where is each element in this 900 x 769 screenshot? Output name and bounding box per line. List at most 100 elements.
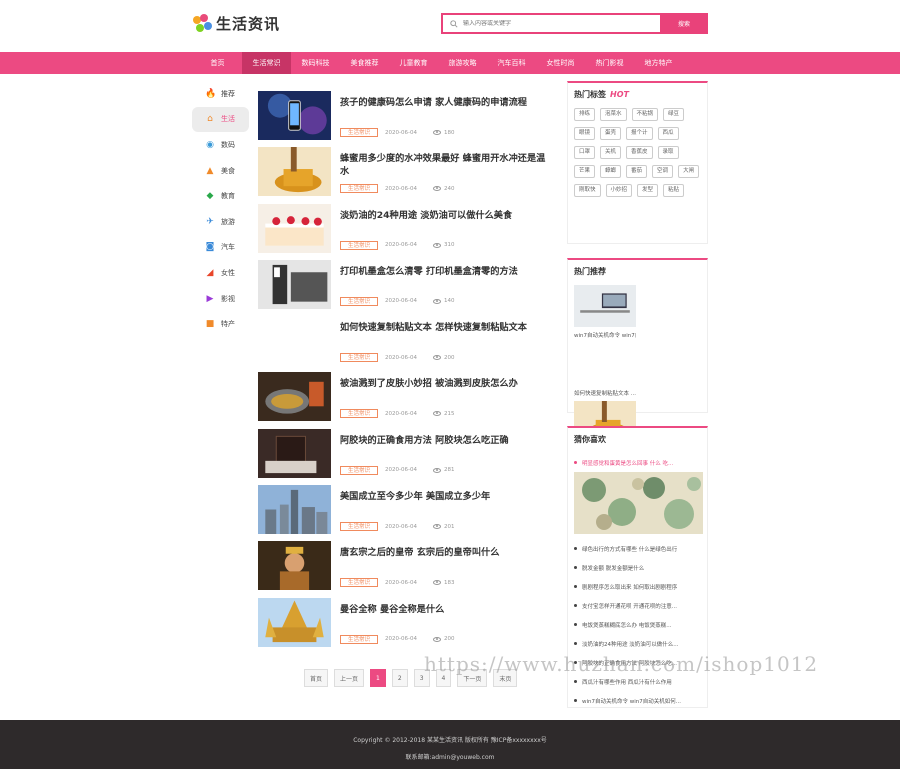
list-item[interactable]: 脱发金额 脱发金额是什么 bbox=[574, 558, 701, 577]
sidebar-item[interactable]: ◙ 汽车 bbox=[192, 235, 249, 261]
bullet-icon bbox=[574, 680, 577, 683]
article-title[interactable]: 淡奶油的24种用途 淡奶油可以做什么美食 bbox=[340, 209, 550, 222]
hot-tag[interactable]: 录取 bbox=[657, 146, 679, 159]
nav-item[interactable]: 汽车百科 bbox=[487, 52, 536, 74]
logo-icon bbox=[193, 13, 213, 34]
nav-item[interactable]: 数码科技 bbox=[291, 52, 340, 74]
category-tag[interactable]: 生活常识 bbox=[340, 522, 378, 532]
nav-item[interactable]: 儿童教育 bbox=[389, 52, 438, 74]
list-item[interactable]: 绿色出行的方式有哪些 什么是绿色出行 bbox=[574, 539, 701, 558]
article-meta: 生活常识 2020-06-04 140 bbox=[340, 296, 455, 306]
recommend-item[interactable]: win7自动关机命令 win7自... bbox=[574, 285, 636, 339]
sidebar-item[interactable]: ✈ 旅游 bbox=[192, 209, 249, 235]
nav-item[interactable]: 女性时尚 bbox=[536, 52, 585, 74]
hot-tag[interactable]: 大闸 bbox=[678, 165, 700, 178]
hot-tag[interactable]: 香蕉皮 bbox=[626, 146, 653, 159]
category-tag[interactable]: 生活常识 bbox=[340, 465, 378, 475]
category-tag[interactable]: 生活常识 bbox=[340, 353, 378, 363]
hot-tag[interactable]: 空调 bbox=[652, 165, 674, 178]
hot-tag[interactable]: 粘贴 bbox=[663, 184, 685, 197]
article-title[interactable]: 被油溅到了皮肤小妙招 被油溅到皮肤怎么办 bbox=[340, 377, 550, 390]
sidebar-item[interactable]: ◉ 数码 bbox=[192, 132, 249, 158]
search-input[interactable] bbox=[463, 20, 653, 27]
sidebar-item[interactable]: ▲ 美食 bbox=[192, 158, 249, 184]
hot-tag[interactable]: 排练 bbox=[574, 108, 596, 121]
article-title[interactable]: 曼谷全称 曼谷全称是什么 bbox=[340, 603, 550, 616]
article-title[interactable]: 打印机墨盒怎么清零 打印机墨盒清零的方法 bbox=[340, 265, 550, 278]
article-thumbnail[interactable] bbox=[258, 428, 331, 478]
sidebar-item[interactable]: 🔥 推荐 bbox=[192, 81, 249, 107]
search-button[interactable]: 搜索 bbox=[660, 13, 708, 34]
category-tag[interactable]: 生活常识 bbox=[340, 634, 378, 644]
hot-tag[interactable]: 发型 bbox=[637, 184, 659, 197]
nav-item[interactable]: 旅游攻略 bbox=[438, 52, 487, 74]
list-item[interactable]: 淡奶油的24种用途 淡奶油可以做什么... bbox=[574, 634, 701, 653]
recommend-item[interactable]: 如何快速复制粘贴文本 ... bbox=[574, 343, 636, 397]
recommend-caption[interactable]: win7自动关机命令 win7自... bbox=[574, 331, 636, 339]
sidebar-item[interactable]: ■ 特产 bbox=[192, 311, 249, 337]
category-tag[interactable]: 生活常识 bbox=[340, 184, 378, 194]
article-thumbnail[interactable] bbox=[258, 147, 331, 197]
hot-tag[interactable]: 小妙招 bbox=[605, 184, 633, 197]
article-thumbnail[interactable] bbox=[258, 203, 331, 253]
recommend-thumbnail[interactable] bbox=[574, 285, 636, 327]
nav-item[interactable]: 热门影视 bbox=[585, 52, 634, 74]
hot-tag[interactable]: 关机 bbox=[600, 146, 622, 159]
article-thumbnail[interactable] bbox=[258, 485, 331, 535]
guess-image[interactable] bbox=[574, 472, 703, 534]
article-title[interactable]: 蜂蜜用多少度的水冲效果最好 蜂蜜用开水冲还是温水 bbox=[340, 152, 550, 178]
hot-tag[interactable]: 泡菜水 bbox=[600, 108, 627, 121]
hot-tag[interactable]: 西瓜 bbox=[657, 127, 679, 140]
copyright-text: Copyright © 2012-2018 某某生活资讯 版权所有 豫ICP备x… bbox=[353, 737, 547, 744]
list-item-label: 脱发金额 脱发金额是什么 bbox=[582, 565, 645, 572]
article-title[interactable]: 孩子的健康码怎么申请 家人健康码的申请流程 bbox=[340, 96, 550, 109]
hot-tag[interactable]: 眼镜 bbox=[574, 127, 596, 140]
list-item[interactable]: 剧剧程序怎么取出来 如何取出剧剧程序 bbox=[574, 577, 701, 596]
sidebar-item[interactable]: ▶ 影视 bbox=[192, 286, 249, 312]
hot-tag[interactable]: 报个计 bbox=[626, 127, 653, 140]
article-title[interactable]: 阿胶块的正确食用方法 阿胶块怎么吃正确 bbox=[340, 434, 550, 447]
article-item: 阿胶块的正确食用方法 阿胶块怎么吃正确 生活常识 2020-06-04 281 bbox=[258, 428, 558, 485]
recommend-thumbnail[interactable] bbox=[574, 343, 636, 385]
list-item[interactable]: 电饭煲蒸糕糊底怎么办 电饭煲蒸糕... bbox=[574, 615, 701, 634]
sidebar-item[interactable]: ⌂ 生活 bbox=[192, 106, 249, 133]
category-tag[interactable]: 生活常识 bbox=[340, 409, 378, 419]
page-button[interactable]: 上一页 bbox=[334, 669, 365, 687]
hot-tag[interactable]: 番茄 bbox=[626, 165, 648, 178]
page-button[interactable]: 2 bbox=[391, 669, 408, 687]
nav-item[interactable]: 首页 bbox=[193, 52, 242, 74]
article-title[interactable]: 唐玄宗之后的皇帝 玄宗后的皇帝叫什么 bbox=[340, 546, 550, 559]
hot-tag[interactable]: 绿豆 bbox=[663, 108, 685, 121]
category-tag[interactable]: 生活常识 bbox=[340, 240, 378, 250]
list-item[interactable]: 支付宝怎样开通花呗 开通花呗的注意... bbox=[574, 596, 701, 615]
category-tag[interactable]: 生活常识 bbox=[340, 296, 378, 306]
nav-item[interactable]: 生活常识 bbox=[242, 52, 291, 74]
hot-tag[interactable]: 口罩 bbox=[574, 146, 596, 159]
site-logo[interactable]: 生活资讯 bbox=[193, 13, 280, 34]
article-thumbnail[interactable] bbox=[258, 91, 331, 140]
hot-tag[interactable]: 蛋壳 bbox=[600, 127, 622, 140]
category-tag[interactable]: 生活常识 bbox=[340, 578, 378, 588]
sidebar-item[interactable]: ◆ 教育 bbox=[192, 183, 249, 209]
page-button[interactable]: 首页 bbox=[304, 669, 329, 687]
page-button[interactable]: 1 bbox=[370, 669, 386, 687]
article-thumbnail[interactable] bbox=[258, 541, 331, 591]
list-item[interactable]: 明显感觉和蛋黄是怎么回事 什么 吃... bbox=[574, 453, 701, 472]
search-field[interactable] bbox=[441, 13, 660, 34]
article-title[interactable]: 如何快速复制粘贴文本 怎样快速复制粘贴文本 bbox=[340, 321, 550, 334]
nav-item[interactable]: 美食推荐 bbox=[340, 52, 389, 74]
hot-tag[interactable]: 蟑螂 bbox=[600, 165, 622, 178]
recommend-caption[interactable]: 如何快速复制粘贴文本 ... bbox=[574, 389, 636, 397]
category-tag[interactable]: 生活常识 bbox=[340, 128, 378, 137]
nav-item[interactable]: 地方特产 bbox=[634, 52, 683, 74]
list-item[interactable]: win7自动关机命令 win7自动关机如何... bbox=[574, 691, 701, 710]
article-title[interactable]: 美国成立至今多少年 美国成立多少年 bbox=[340, 490, 550, 503]
sidebar-item[interactable]: ◢ 女性 bbox=[192, 260, 249, 286]
article-thumbnail[interactable] bbox=[258, 316, 331, 366]
article-thumbnail[interactable] bbox=[258, 597, 331, 647]
article-thumbnail[interactable] bbox=[258, 372, 331, 422]
hot-tag[interactable]: 芒果 bbox=[574, 165, 596, 178]
hot-tag[interactable]: 刚取快 bbox=[574, 184, 601, 197]
article-thumbnail[interactable] bbox=[258, 259, 331, 309]
hot-tag[interactable]: 不粘锅 bbox=[631, 108, 659, 121]
